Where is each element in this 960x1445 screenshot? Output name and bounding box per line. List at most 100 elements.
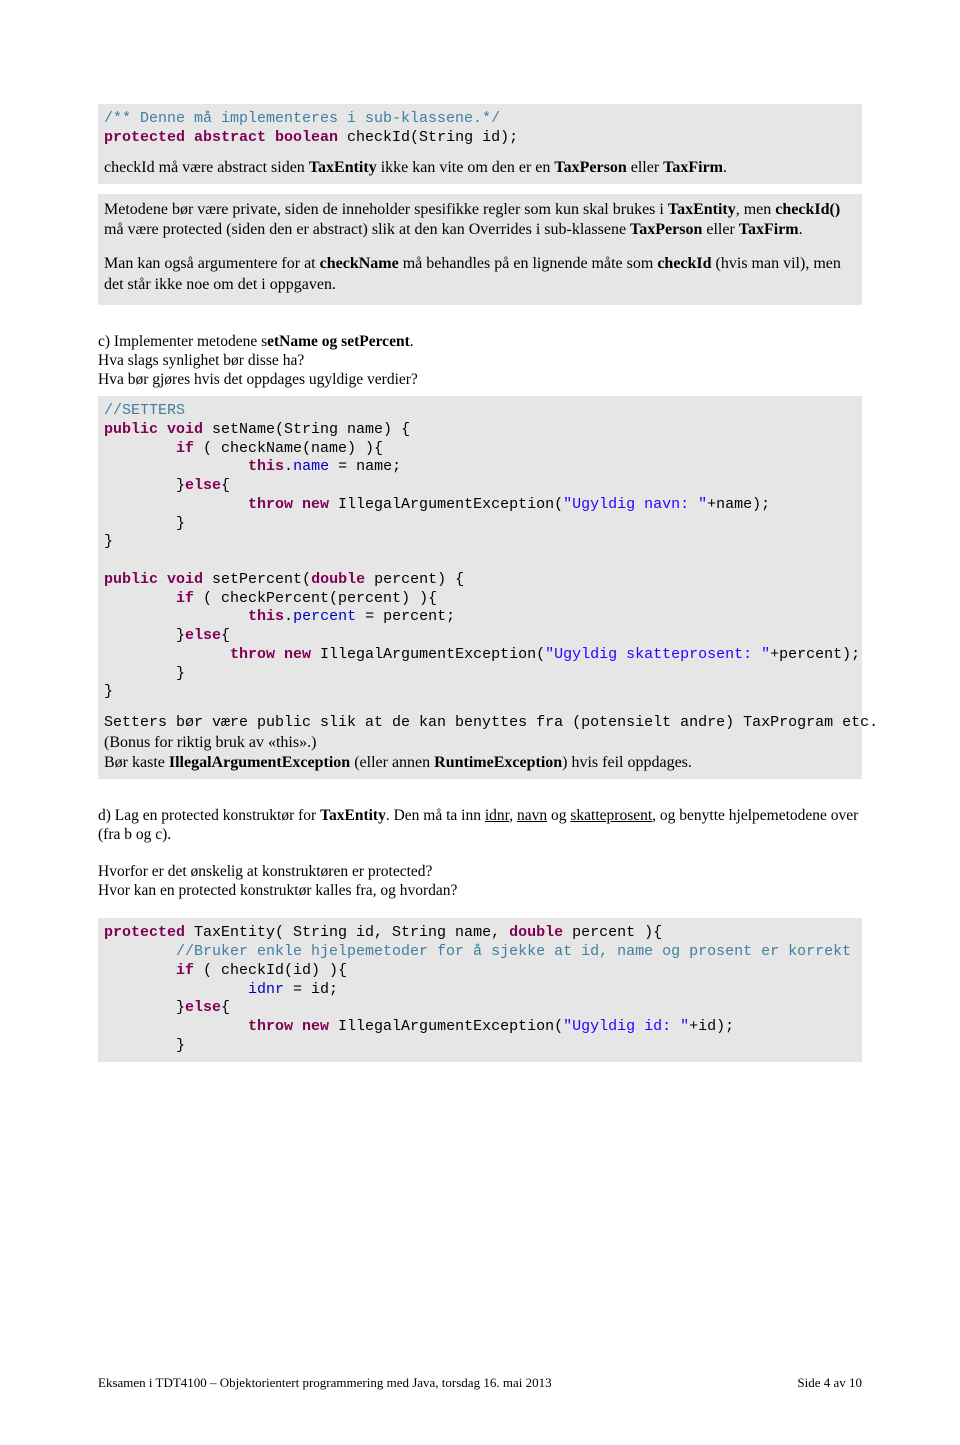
code-text: +name); xyxy=(707,496,770,513)
text-bold: checkId() xyxy=(775,201,840,218)
code-text: { xyxy=(221,999,230,1016)
task-c-prompt: c) Implementer metodene setName og setPe… xyxy=(98,333,862,390)
text: eller xyxy=(627,159,663,176)
text: . xyxy=(410,333,414,350)
text-bold: RuntimeException xyxy=(434,754,562,771)
string: "Ugyldig navn: " xyxy=(563,496,707,513)
text-underline: skatteprosent xyxy=(570,807,652,824)
comment: //Bruker enkle hjelpemetoder for å sjekk… xyxy=(104,943,851,960)
text: Metodene bør være private, siden de inne… xyxy=(104,201,668,218)
text: Hva slags synlighet bør disse ha? xyxy=(98,352,862,371)
text-bold: IllegalArgumentException xyxy=(169,754,350,771)
code-text xyxy=(104,646,230,663)
text: (Bonus for riktig bruk av «this».) xyxy=(104,734,316,751)
code-text: setName(String name) { xyxy=(203,421,410,438)
code-text: } xyxy=(104,627,185,644)
text: Hvorfor er det ønskelig at konstruktøren… xyxy=(98,863,862,882)
text: . Den må ta inn xyxy=(386,807,485,824)
code-text: IllegalArgumentException( xyxy=(329,496,563,513)
text: , men xyxy=(736,201,776,218)
code-text: . xyxy=(284,458,293,475)
text: ikke kan vite om den er en xyxy=(377,159,555,176)
code-block-constructor: protected TaxEntity( String id, String n… xyxy=(98,918,862,1061)
text: Hvor kan en protected konstruktør kalles… xyxy=(98,882,862,901)
kw: double xyxy=(509,924,563,941)
text: . xyxy=(723,159,727,176)
text: Bør kaste xyxy=(104,754,169,771)
code-text xyxy=(104,981,248,998)
code-text: IllegalArgumentException( xyxy=(329,1018,563,1035)
text-bold: TaxPerson xyxy=(554,159,626,176)
field: percent xyxy=(293,608,356,625)
text: , xyxy=(509,807,517,824)
code-text: ( checkId(id) ){ xyxy=(194,962,347,979)
code-block-checkid: /** Denne må implementeres i sub-klassen… xyxy=(98,104,862,184)
kw: else xyxy=(185,999,221,1016)
kw: throw new xyxy=(230,646,311,663)
text-bold: checkName xyxy=(320,255,399,272)
text-bold: etName og setPercent xyxy=(267,333,410,350)
kw: this xyxy=(248,458,284,475)
text: Man kan også argumentere for at xyxy=(104,255,320,272)
field: name xyxy=(293,458,329,475)
text: må være protected (siden den er abstract… xyxy=(104,221,630,238)
text: må behandles på en lignende måte som xyxy=(399,255,658,272)
code-text: { xyxy=(221,627,230,644)
kw: this xyxy=(248,608,284,625)
text: (eller annen xyxy=(350,754,434,771)
code-text: } xyxy=(104,665,185,682)
kw: protected xyxy=(104,924,185,941)
text: c) Implementer metodene s xyxy=(98,333,267,350)
code-text xyxy=(104,608,248,625)
task-d-prompt: d) Lag en protected konstruktør for TaxE… xyxy=(98,807,862,901)
code-text: ( checkPercent(percent) ){ xyxy=(194,590,437,607)
code-text xyxy=(104,962,176,979)
kw: else xyxy=(185,477,221,494)
string: "Ugyldig id: " xyxy=(563,1018,689,1035)
code-text: setPercent( xyxy=(203,571,311,588)
text: Hva bør gjøres hvis det oppdages ugyldig… xyxy=(98,371,862,390)
field: idnr xyxy=(248,981,284,998)
kw: if xyxy=(176,440,194,457)
footer-right: Side 4 av 10 xyxy=(797,1375,862,1391)
text: og xyxy=(547,807,570,824)
code-text: = percent; xyxy=(356,608,455,625)
page-footer: Eksamen i TDT4100 – Objektorientert prog… xyxy=(98,1375,862,1391)
text: eller xyxy=(702,221,738,238)
text-bold: TaxEntity xyxy=(320,807,386,824)
code-text: TaxEntity( String id, String name, xyxy=(185,924,509,941)
code-text: } xyxy=(104,477,185,494)
kw: throw new xyxy=(248,1018,329,1035)
code-text: +percent); xyxy=(770,646,860,663)
kw: if xyxy=(176,590,194,607)
code-text: } xyxy=(104,1037,185,1054)
text: . xyxy=(799,221,803,238)
code-text: IllegalArgumentException( xyxy=(311,646,545,663)
code-text: percent) { xyxy=(365,571,464,588)
kw: public void xyxy=(104,571,203,588)
text-bold: TaxPerson xyxy=(630,221,702,238)
text-bold: TaxEntity xyxy=(668,201,736,218)
code-text: } xyxy=(104,683,113,700)
code-text: } xyxy=(104,999,185,1016)
text-bold: TaxFirm xyxy=(739,221,799,238)
text-bold: TaxEntity xyxy=(309,159,377,176)
kw: double xyxy=(311,571,365,588)
kw: throw new xyxy=(248,496,329,513)
code-text: { xyxy=(221,477,230,494)
text-bold: TaxFirm xyxy=(663,159,723,176)
comment: //SETTERS xyxy=(104,402,185,419)
code-text: = name; xyxy=(329,458,401,475)
code-text xyxy=(104,440,176,457)
code-text: = id; xyxy=(284,981,338,998)
code-text: } xyxy=(104,533,113,550)
code-block-setters: //SETTERS public void setName(String nam… xyxy=(98,396,862,779)
code-text: . xyxy=(284,608,293,625)
code-text: +id); xyxy=(689,1018,734,1035)
answer-block-method-visibility: Metodene bør være private, siden de inne… xyxy=(98,194,862,306)
code-text: checkId(String id); xyxy=(338,129,518,146)
text-underline: navn xyxy=(517,807,547,824)
code-text: Setters bør være public slik at de kan b… xyxy=(104,714,878,731)
kw: public void xyxy=(104,421,203,438)
text: ) hvis feil oppdages. xyxy=(562,754,692,771)
